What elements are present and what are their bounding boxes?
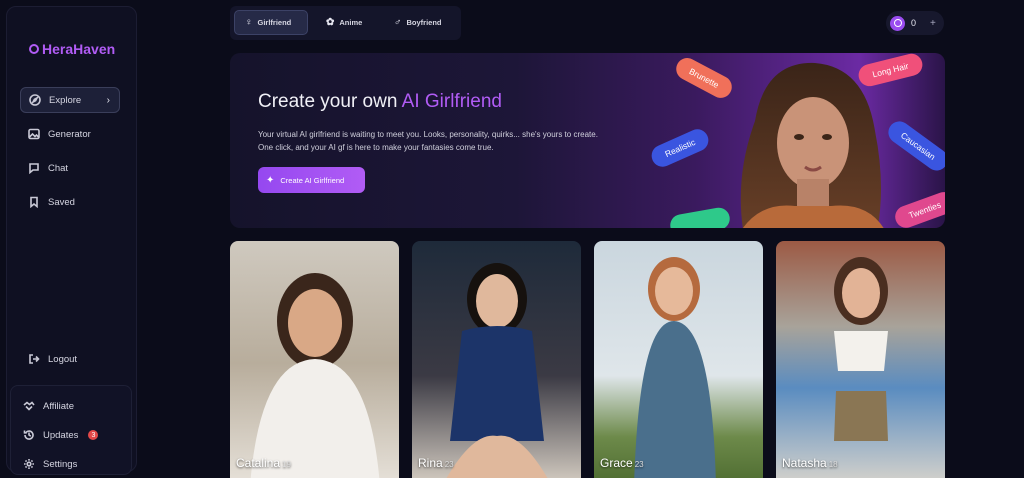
- card-name: Grace 23: [600, 456, 644, 470]
- tag-pill-decorative: [668, 205, 732, 228]
- sidebar-item-label: Saved: [48, 196, 75, 208]
- character-age: 18: [828, 460, 838, 469]
- tab-label: Anime: [339, 18, 363, 27]
- male-icon: ♂: [394, 17, 402, 28]
- sidebar-item-label: Updates: [43, 429, 79, 441]
- image-icon: [28, 128, 40, 140]
- logo-icon: [29, 44, 39, 54]
- sidebar-item-settings[interactable]: Settings: [15, 451, 115, 477]
- card-image: [634, 257, 716, 478]
- sidebar-item-updates[interactable]: Updates 3: [15, 422, 115, 448]
- compass-icon: [29, 94, 41, 106]
- character-card-natasha[interactable]: Natasha 18: [776, 241, 945, 478]
- card-name: Catalina 19: [236, 456, 291, 470]
- character-name: Grace: [600, 456, 633, 470]
- hero-banner: Create your own AI Girlfriend Your virtu…: [230, 53, 945, 228]
- character-card-rina[interactable]: Rina 23: [412, 241, 581, 478]
- tag-pill-realistic: Realistic: [648, 125, 713, 171]
- sidebar-item-generator[interactable]: Generator: [20, 121, 120, 147]
- bottom-menu: Affiliate Updates 3 Settings: [10, 385, 132, 475]
- tab-boyfriend[interactable]: ♂ Boyfriend: [384, 10, 452, 35]
- sidebar-item-label: Chat: [48, 162, 69, 174]
- add-coins-button[interactable]: +: [930, 18, 936, 29]
- updates-badge: 3: [88, 430, 99, 440]
- character-card-grace[interactable]: Grace 23: [594, 241, 763, 478]
- character-age: 23: [634, 460, 644, 469]
- hero-description: Your virtual AI girlfriend is waiting to…: [258, 130, 598, 152]
- create-ai-girlfriend-button[interactable]: ✦ Create AI Girlfriend: [258, 167, 365, 193]
- sidebar-item-label: Generator: [48, 128, 91, 140]
- tag-pill-twenties: Twenties: [892, 189, 945, 228]
- brand-name: HeraHaven: [42, 41, 116, 57]
- card-image: [446, 263, 548, 478]
- character-name: Catalina: [236, 456, 281, 470]
- sidebar-item-explore[interactable]: Explore ›: [20, 87, 120, 113]
- tab-anime[interactable]: ✿ Anime: [316, 10, 372, 35]
- card-image: [250, 273, 380, 478]
- logo[interactable]: HeraHaven: [29, 41, 115, 57]
- sidebar-item-label: Explore: [49, 94, 82, 106]
- character-age: 19: [282, 460, 291, 469]
- character-age: 23: [444, 460, 454, 469]
- sidebar-item-label: Settings: [43, 458, 78, 470]
- hero-title-prefix: Create your own: [258, 91, 402, 112]
- card-name: Rina 23: [418, 456, 454, 470]
- card-name: Natasha 18: [782, 456, 838, 470]
- hero-title: Create your own AI Girlfriend: [258, 91, 502, 113]
- category-tabs: ♀ Girlfriend ✿ Anime ♂ Boyfriend: [230, 6, 461, 40]
- hero-portrait-image: [740, 62, 884, 228]
- character-card-catalina[interactable]: Catalina 19: [230, 241, 399, 478]
- coin-icon: [890, 15, 905, 31]
- sidebar-item-saved[interactable]: Saved: [20, 189, 120, 215]
- tab-girlfriend[interactable]: ♀ Girlfriend: [234, 10, 308, 35]
- tab-label: Boyfriend: [406, 18, 442, 27]
- character-name: Natasha: [782, 456, 827, 470]
- card-image: [834, 257, 888, 441]
- sidebar-item-affiliate[interactable]: Affiliate: [15, 393, 115, 419]
- character-name: Rina: [418, 456, 443, 470]
- magic-wand-icon: ✦: [266, 174, 275, 186]
- tab-label: Girlfriend: [257, 18, 292, 27]
- chevron-right-icon: ›: [106, 94, 110, 106]
- logout-label: Logout: [48, 353, 78, 365]
- swirl-icon: ✿: [326, 17, 335, 28]
- sidebar: HeraHaven Explore › Generator Chat Saved…: [6, 6, 137, 475]
- hero-title-accent: AI Girlfriend: [401, 91, 502, 112]
- gear-icon: [23, 458, 35, 470]
- logout-icon: [28, 353, 40, 365]
- chat-icon: [28, 162, 40, 174]
- sidebar-item-chat[interactable]: Chat: [20, 155, 120, 181]
- logout-button[interactable]: Logout: [20, 346, 120, 372]
- button-label: Create AI Girlfriend: [280, 175, 345, 185]
- female-icon: ♀: [245, 17, 253, 28]
- coin-count: 0: [911, 18, 917, 28]
- sidebar-item-label: Affiliate: [43, 400, 74, 412]
- history-icon: [23, 429, 35, 441]
- bookmark-icon: [28, 196, 40, 208]
- handshake-icon: [23, 400, 35, 412]
- coin-balance[interactable]: 0 +: [886, 11, 944, 35]
